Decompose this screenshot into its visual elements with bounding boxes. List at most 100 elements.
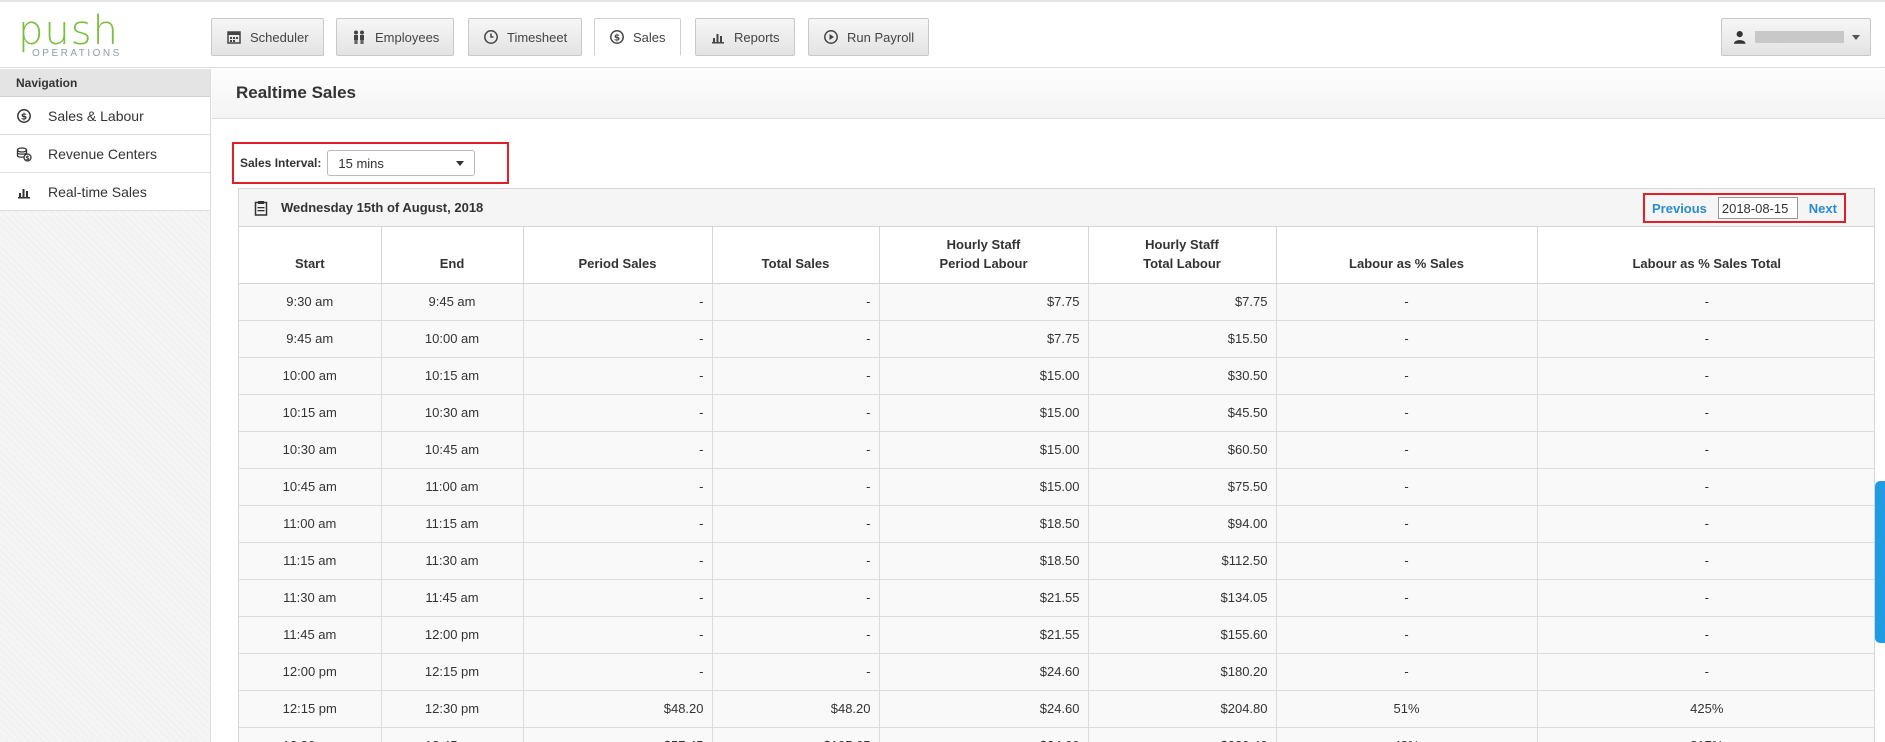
table-cell: $15.00 [879,468,1089,506]
table-cell: $112.50 [1088,542,1277,580]
nav-scheduler-button[interactable]: Scheduler [211,18,324,56]
sales-interval-control: Sales Interval: 15 mins [232,142,509,184]
nav-timesheet-label: Timesheet [507,29,568,45]
table-cell: 10:00 am [239,357,382,395]
table-cell: - [1276,579,1538,617]
table-cell: - [712,394,880,432]
nav-reports-button[interactable]: Reports [695,18,795,56]
nav-sales-label: Sales [633,29,666,45]
table-cell: 11:15 am [239,542,382,580]
column-header: Period Sales [523,227,713,284]
table-row: 12:00 pm 12:15 pm - - $24.60 $180.20- - [239,653,1874,691]
table-cell: - [712,357,880,395]
table-row: 9:45 am 10:00 am - - $7.75 $15.50- - [239,320,1874,358]
table-cell: $15.00 [879,394,1089,432]
column-header: Labour as % Sales Total [1537,227,1874,284]
nav-reports-label: Reports [734,29,780,45]
sidebar-item-sales-labour[interactable]: $ Sales & Labour [0,97,210,135]
realtime-sales-table: Start End Period Sales Total Sales Hourly St… [239,227,1874,742]
user-name-redacted [1755,31,1844,43]
table-cell: 10:45 am [239,468,382,506]
table-row: 10:15 am 10:30 am - - $15.00 $45.50- - [239,394,1874,432]
sidebar-item-revenue-centers[interactable]: $ Revenue Centers [0,135,210,173]
nav-scheduler-label: Scheduler [250,29,309,45]
next-day-link[interactable]: Next [1809,201,1837,216]
table-cell: - [523,542,713,580]
table-row: 10:00 am 10:15 am - - $15.00 $30.50- - [239,357,1874,395]
previous-day-link[interactable]: Previous [1652,201,1707,216]
sidebar-item-label: Real-time Sales [48,183,147,200]
table-cell: - [523,505,713,543]
table-cell: $15.00 [879,357,1089,395]
top-bar: push OPERATIONS Scheduler Employees Time… [0,0,1885,68]
table-cell: $18.50 [879,542,1089,580]
scroll-indicator[interactable] [1875,481,1885,643]
table-cell: - [1537,283,1874,321]
table-cell: 12:30 pm [381,690,524,728]
column-header-line: Period Labour [939,255,1028,271]
table-cell: $180.20 [1088,653,1277,691]
sidebar: Navigation $ Sales & Labour $ Revenue Ce… [0,69,211,742]
date-pager: Previous Next [1643,193,1846,223]
table-cell: $24.60 [879,653,1089,691]
table-cell: 425% [1537,690,1874,728]
table-cell: $60.50 [1088,431,1277,469]
sales-interval-label: Sales Interval: [240,156,322,170]
sidebar-item-real-time-sales[interactable]: Real-time Sales [0,173,210,211]
table-cell: - [712,616,880,654]
table-cell: 10:30 am [381,394,524,432]
table-cell: 12:00 pm [381,616,524,654]
table-cell: 12:15 pm [239,690,382,728]
push-operations-logo[interactable]: push OPERATIONS [18,11,128,62]
date-input[interactable] [1717,197,1798,219]
table-cell: - [712,431,880,469]
table-cell: - [1537,542,1874,580]
nav-sales-button[interactable]: $ Sales [594,18,681,56]
table-cell: 9:45 am [239,320,382,358]
table-row: 12:15 pm 12:30 pm $48.20 $48.20 $24.60 $204.8… [239,690,1874,728]
dollar-circle-icon: $ [610,30,624,44]
table-row: 11:00 am 11:15 am - - $18.50 $94.00- - [239,505,1874,543]
svg-text:$: $ [21,112,27,122]
coins-icon: $ [16,146,32,161]
nav-run-payroll-button[interactable]: Run Payroll [808,18,930,56]
table-cell: - [712,320,880,358]
table-cell: $7.75 [1088,283,1277,321]
table-cell: 10:00 am [381,320,524,358]
table-cell: - [523,320,713,358]
table-cell: 11:00 am [381,468,524,506]
table-cell: $57.45 [523,727,713,742]
table-cell: 11:45 am [239,616,382,654]
column-header-line: Start [294,255,325,271]
user-menu-button[interactable] [1721,18,1871,56]
column-header-line: End [439,255,465,271]
nav-timesheet-button[interactable]: Timesheet [468,18,583,56]
table-row: 11:30 am 11:45 am - - $21.55 $134.05- - [239,579,1874,617]
chevron-down-icon [456,160,465,166]
nav-employees-button[interactable]: Employees [336,18,455,56]
table-cell: - [1276,357,1538,395]
sales-interval-select[interactable]: 15 mins [327,150,476,176]
table-cell: - [1537,394,1874,432]
nav-run-payroll-label: Run Payroll [847,29,915,45]
table-cell: $30.50 [1088,357,1277,395]
table-cell: - [523,653,713,691]
logo-subtext: OPERATIONS [32,48,122,59]
table-row: 11:45 am 12:00 pm - - $21.55 $155.60- - [239,616,1874,654]
table-cell: $204.80 [1088,690,1277,728]
table-cell: - [1537,357,1874,395]
sidebar-heading: Navigation [0,69,210,97]
column-header: Hourly Staff Period Labour [879,227,1089,284]
page-title: Realtime Sales [236,83,357,102]
table-cell: 12:45 pm [381,727,524,742]
table-header-row: Start End Period Sales Total Sales Hourly St… [239,227,1874,284]
table-cell: $105.65 [712,727,880,742]
clipboard-icon [254,200,268,216]
column-header: Start [239,227,382,284]
column-header-line: Hourly Staff [946,236,1021,252]
user-icon [1733,31,1746,44]
table-cell: - [523,431,713,469]
chevron-down-icon [1852,34,1860,40]
table-cell: $21.55 [879,579,1089,617]
table-cell: - [1276,542,1538,580]
